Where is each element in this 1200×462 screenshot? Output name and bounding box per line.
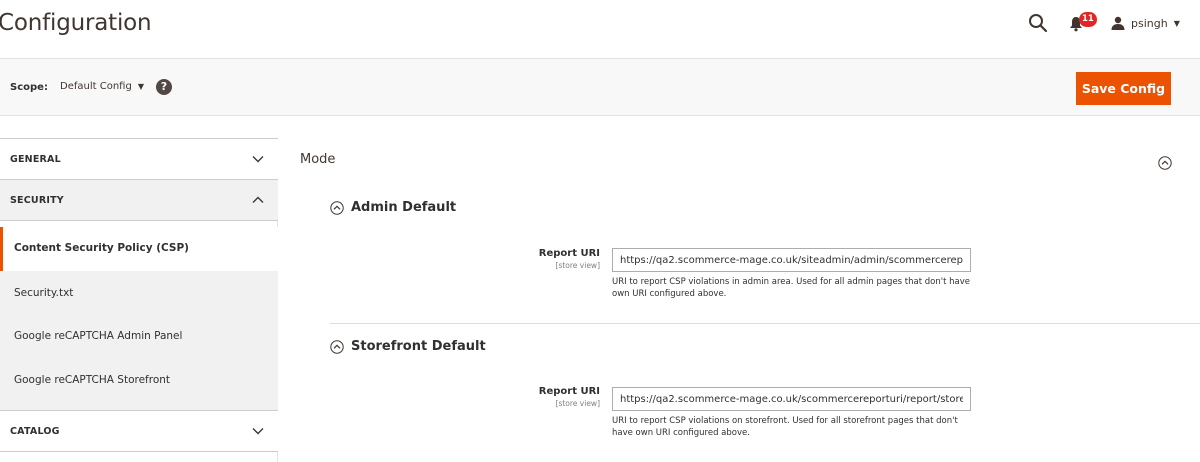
- field-note: URI to report CSP violations on storefro…: [612, 416, 958, 438]
- field-note: URI to report CSP violations in admin ar…: [612, 277, 970, 299]
- collapse-icon[interactable]: [1158, 156, 1172, 170]
- group-title: Storefront Default: [351, 339, 486, 354]
- tab-security[interactable]: SECURITY: [0, 179, 278, 221]
- user-icon: [1111, 16, 1125, 30]
- scope-bar: Scope: Default Config ▼ ? Save Config: [0, 58, 1200, 116]
- config-sidebar: GENERAL SECURITY Content Security Policy…: [0, 138, 278, 462]
- help-icon[interactable]: ?: [156, 79, 172, 95]
- chevron-down-icon: [252, 156, 264, 163]
- notification-count-badge: 11: [1079, 12, 1097, 27]
- sidebar-item-label: Google reCAPTCHA Admin Panel: [14, 330, 183, 342]
- group-title: Admin Default: [351, 200, 457, 215]
- notifications-button[interactable]: 11: [1069, 12, 1097, 34]
- collapse-icon: [330, 200, 344, 215]
- tab-label: CATALOG: [10, 426, 60, 437]
- page-title: Configuration: [0, 10, 152, 36]
- field-scope-hint: [store view]: [555, 261, 600, 270]
- chevron-down-icon: [252, 428, 264, 435]
- user-menu-button[interactable]: psingh ▼: [1111, 14, 1180, 32]
- field-label: Report URI: [538, 386, 600, 397]
- scope-selected-value: Default Config: [60, 81, 132, 92]
- section-title-mode[interactable]: Mode: [300, 152, 335, 167]
- search-icon: [1029, 14, 1048, 33]
- search-button[interactable]: [1028, 13, 1048, 33]
- save-config-button[interactable]: Save Config: [1076, 72, 1171, 105]
- page-header: Configuration 11 psingh ▼: [0, 0, 1200, 58]
- group-storefront-default[interactable]: Storefront Default: [330, 339, 486, 354]
- admin-report-uri-input[interactable]: [612, 248, 971, 272]
- chevron-up-icon: [252, 196, 264, 203]
- sidebar-item-csp[interactable]: Content Security Policy (CSP): [0, 227, 278, 271]
- sidebar-item-label: Content Security Policy (CSP): [14, 242, 189, 254]
- field-scope-hint: [store view]: [555, 399, 600, 408]
- caret-down-icon: ▼: [1173, 18, 1180, 28]
- tab-general[interactable]: GENERAL: [0, 138, 278, 180]
- field-label: Report URI: [538, 248, 600, 259]
- caret-down-icon: ▼: [137, 82, 144, 91]
- group-admin-default[interactable]: Admin Default: [330, 200, 456, 215]
- sidebar-item-label: Google reCAPTCHA Storefront: [14, 374, 171, 386]
- tab-catalog[interactable]: CATALOG: [0, 410, 278, 452]
- storefront-report-uri-input[interactable]: [612, 387, 971, 411]
- sidebar-item-recaptcha-storefront[interactable]: Google reCAPTCHA Storefront: [0, 358, 278, 410]
- collapse-icon: [330, 339, 344, 354]
- sidebar-item-recaptcha-admin[interactable]: Google reCAPTCHA Admin Panel: [0, 315, 278, 358]
- tab-label: SECURITY: [10, 195, 64, 206]
- sidebar-item-security-txt[interactable]: Security.txt: [0, 271, 278, 315]
- user-name: psingh: [1131, 16, 1168, 30]
- sidebar-item-label: Security.txt: [14, 287, 74, 299]
- scope-switcher[interactable]: Default Config ▼: [60, 81, 144, 92]
- group-divider: [330, 323, 1200, 324]
- scope-label: Scope:: [10, 82, 48, 93]
- tab-label: GENERAL: [10, 154, 61, 165]
